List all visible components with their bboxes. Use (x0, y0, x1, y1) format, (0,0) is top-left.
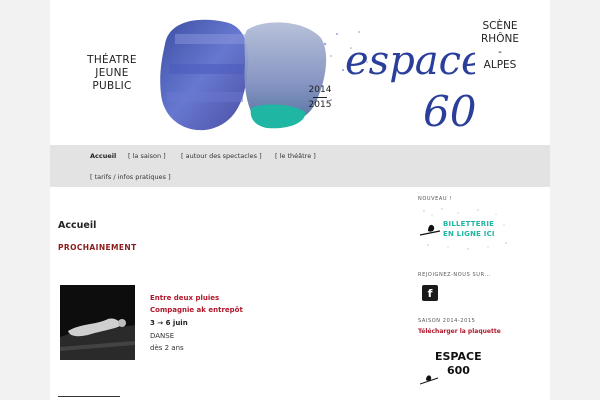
bird-icon (428, 224, 435, 232)
section-divider (58, 396, 120, 397)
bird-icon (420, 375, 439, 385)
tagline-theatre-jeune-public: THÉATRE JEUNE PUBLIC (72, 54, 152, 93)
billetterie-line: EN LIGNE ICI (443, 230, 495, 238)
tagline-line: ALPES (483, 59, 517, 71)
sidebar-label-saison: SAISON 2014-2015 (418, 318, 476, 324)
nav-item-tarifs-infos[interactable]: [ tarifs / infos pratiques ] (90, 173, 171, 181)
event-photo (60, 285, 135, 360)
event-genre: DANSE (150, 332, 175, 340)
event-details: Entre deux pluies Compagnie ak entrepôt … (150, 292, 310, 354)
tagline-line: THÉATRE (87, 54, 137, 66)
nav-item-autour-des-spectacles[interactable]: [ autour des spectacles ] (181, 152, 262, 160)
billetterie-text: BILLETTERIE EN LIGNE ICI (443, 219, 495, 239)
page-title: Accueil (58, 220, 97, 231)
season-years: 2014 2015 (306, 84, 334, 111)
logo-word-600: 600 (423, 87, 475, 136)
sidebar-label-nouveau: NOUVEAU ! (418, 196, 452, 202)
year-end: 2015 (308, 100, 332, 110)
tagline-line: JEUNE (95, 67, 129, 79)
site-header: THÉATRE JEUNE PUBLIC espace 60 2014 2015… (50, 0, 550, 145)
tagline-line: SCÈNE (482, 20, 518, 32)
event-title-link[interactable]: Entre deux pluies (150, 292, 310, 304)
download-plaquette-link[interactable]: Télécharger la plaquette (418, 328, 501, 335)
event-company-link[interactable]: Compagnie ak entrepôt (150, 304, 310, 316)
tagline-line: RHÔNE (481, 33, 519, 45)
nav-item-le-theatre[interactable]: [ le théâtre ] (275, 152, 316, 160)
small-logo-line: 600 (447, 364, 470, 377)
main-navigation: Accueil [ la saison ] [ autour des spect… (50, 145, 550, 187)
tagline-scene-rhone-alpes: SCÈNE RHÔNE - ALPES (470, 20, 530, 72)
event-dates: 3 → 6 juin (150, 319, 188, 327)
nav-item-la-saison[interactable]: [ la saison ] (128, 152, 166, 160)
billetterie-line: BILLETTERIE (443, 220, 495, 228)
espace-600-logo[interactable]: espace 600 (155, 4, 475, 138)
espace-600-small-logo: ESPACE 600 (420, 350, 482, 394)
small-logo-text: ESPACE 600 (435, 350, 482, 378)
page: THÉATRE JEUNE PUBLIC espace 60 2014 2015… (50, 0, 550, 400)
facebook-icon[interactable]: f (422, 285, 438, 301)
year-start: 2014 (308, 85, 332, 95)
event-thumbnail[interactable] (60, 285, 135, 360)
logo-word-espace: espace (345, 38, 475, 84)
tagline-line: - (498, 46, 502, 58)
event-age: dès 2 ans (150, 344, 184, 352)
sidebar-label-social: REJOIGNEZ-NOUS SUR... (418, 272, 492, 278)
section-title-prochainement: PROCHAINEMENT (58, 243, 137, 252)
nav-item-accueil[interactable]: Accueil (90, 152, 116, 160)
year-divider (313, 97, 327, 98)
tagline-line: PUBLIC (92, 80, 132, 92)
billetterie-banner[interactable]: BILLETTERIE EN LIGNE ICI (418, 205, 512, 253)
small-logo-line: ESPACE (435, 350, 482, 363)
